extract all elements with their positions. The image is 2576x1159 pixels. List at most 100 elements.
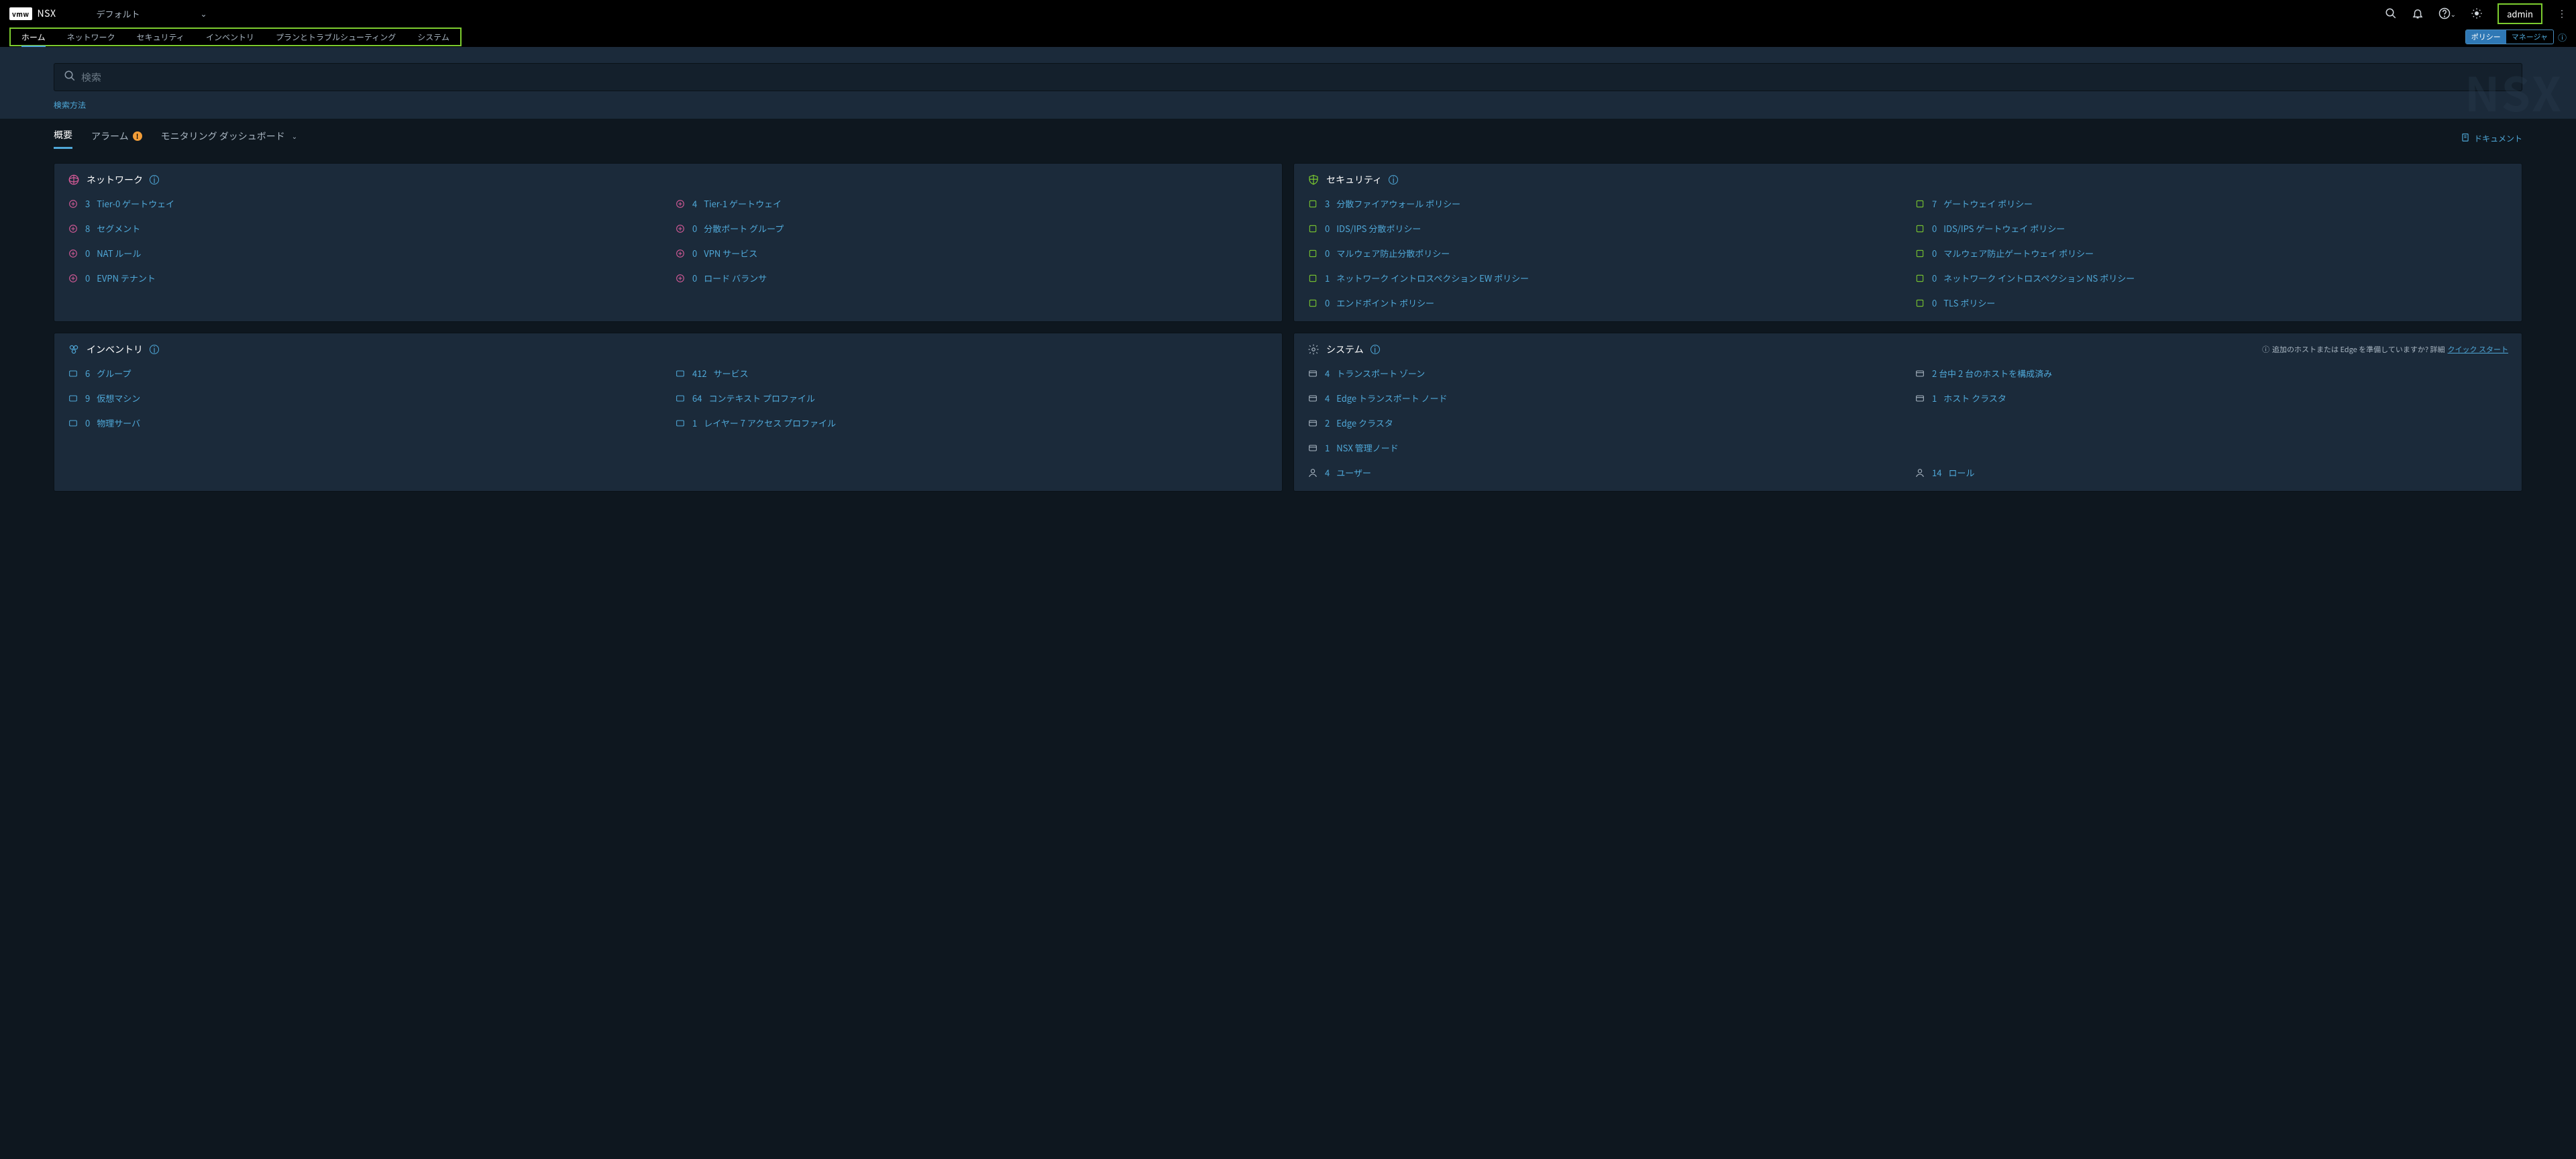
stat-icon — [1307, 368, 1318, 379]
document-icon — [2461, 133, 2470, 145]
info-icon[interactable]: i — [150, 345, 159, 354]
quick-start-link[interactable]: クイック スタート — [2448, 344, 2508, 355]
stat-label: ロール — [1948, 466, 1974, 479]
overview-grid: ネットワーク i 3Tier-0 ゲートウェイ 4Tier-1 ゲートウェイ 8セグ… — [0, 154, 2576, 518]
stat-icon — [1915, 368, 1925, 379]
info-icon[interactable]: ⓘ — [2558, 31, 2567, 44]
nav-home[interactable]: ホーム — [11, 27, 56, 46]
stat-link[interactable]: 7ゲートウェイ ポリシー — [1915, 197, 2508, 210]
stat-count: 0 — [1932, 272, 1937, 284]
stat-link[interactable]: 1レイヤー 7 アクセス プロファイル — [675, 417, 1269, 429]
stat-link[interactable]: 0EVPN テナント — [68, 272, 661, 284]
chevron-down-icon: ⌄ — [201, 8, 207, 19]
app-header: vmw NSX デフォルト ⌄ ⌄ admin ⋮ — [0, 0, 2576, 27]
tenant-name: デフォルト — [97, 7, 140, 20]
stat-link[interactable]: 9仮想マシン — [68, 392, 661, 404]
stat-icon — [675, 273, 686, 284]
stat-link[interactable]: 1NSX 管理ノード — [1307, 441, 1901, 454]
theme-icon[interactable] — [2471, 7, 2483, 19]
stat-link[interactable]: 1ネットワーク イントロスペクション EW ポリシー — [1307, 272, 1901, 284]
stat-link[interactable]: 4トランスポート ゾーン — [1307, 367, 1901, 380]
stat-link[interactable]: 0NAT ルール — [68, 247, 661, 260]
stat-link[interactable]: 0IDS/IPS ゲートウェイ ポリシー — [1915, 222, 2508, 235]
stat-link[interactable]: 4Edge トランスポート ノード — [1307, 392, 1901, 404]
stat-icon — [1307, 298, 1318, 309]
stat-count: 0 — [692, 272, 697, 284]
inventory-icon — [68, 343, 80, 355]
stat-link[interactable]: 0TLS ポリシー — [1915, 296, 2508, 309]
stat-link[interactable]: 0IDS/IPS 分散ポリシー — [1307, 222, 1901, 235]
tenant-selector[interactable]: デフォルト ⌄ — [97, 7, 207, 20]
stat-link[interactable]: 2 Edge クラスタ — [1307, 417, 1901, 429]
info-icon[interactable]: i — [1389, 175, 1398, 184]
stat-count: 0 — [1325, 247, 1330, 260]
nav-network[interactable]: ネットワーク — [56, 27, 126, 46]
stat-label: 分散ポート グループ — [704, 222, 784, 235]
stat-link[interactable]: 3Tier-0 ゲートウェイ — [68, 197, 661, 210]
mode-manager[interactable]: マネージャ — [2506, 30, 2553, 44]
stat-label: グループ — [97, 367, 131, 380]
stat-count: 4 — [1325, 392, 1330, 404]
stat-link[interactable]: 4ユーザー — [1307, 466, 1901, 479]
search-input[interactable] — [81, 70, 2512, 85]
stat-link[interactable]: 0マルウェア防止分散ポリシー — [1307, 247, 1901, 260]
nav-system[interactable]: システム — [407, 27, 460, 46]
global-search[interactable] — [54, 63, 2522, 91]
stat-icon — [1915, 393, 1925, 404]
stat-link[interactable]: 4Tier-1 ゲートウェイ — [675, 197, 1269, 210]
stat-link[interactable]: 14ロール — [1915, 466, 2508, 479]
stat-icon — [1915, 298, 1925, 309]
stat-link[interactable]: 2 台中 2 台のホストを構成済み — [1915, 367, 2508, 380]
stat-count: 1 — [1325, 272, 1330, 284]
subtab-alarms[interactable]: アラーム ! — [91, 129, 142, 148]
help-icon[interactable]: ⌄ — [2438, 7, 2456, 19]
stat-label: Edge クラスタ — [1336, 417, 1393, 429]
stat-count: 2 — [1325, 417, 1330, 429]
stat-link[interactable]: 0マルウェア防止ゲートウェイ ポリシー — [1915, 247, 2508, 260]
card-title: ネットワーク — [87, 173, 143, 186]
stat-link[interactable]: 0エンドポイント ポリシー — [1307, 296, 1901, 309]
stat-link[interactable]: 8セグメント — [68, 222, 661, 235]
user-badge[interactable]: admin — [2498, 3, 2542, 24]
product-logo: vmw NSX — [9, 7, 56, 20]
stat-icon — [675, 223, 686, 234]
stat-count: 4 — [1325, 466, 1330, 479]
stat-count: 64 — [692, 392, 702, 404]
bell-icon[interactable] — [2412, 7, 2424, 19]
stat-link[interactable]: 0物理サーバ — [68, 417, 661, 429]
main-nav: ホーム ネットワーク セキュリティ インベントリ プランとトラブルシューティング… — [0, 27, 2576, 47]
subtab-monitoring[interactable]: モニタリング ダッシュボード ⌄ — [161, 129, 298, 148]
nav-inventory[interactable]: インベントリ — [195, 27, 265, 46]
card-title: インベントリ — [87, 343, 143, 356]
stat-link[interactable]: 0 ネットワーク イントロスペクション NS ポリシー — [1915, 272, 2508, 284]
mode-policy[interactable]: ポリシー — [2466, 30, 2506, 44]
stat-link[interactable]: 412サービス — [675, 367, 1269, 380]
stat-count: 8 — [85, 222, 90, 235]
kebab-icon[interactable]: ⋮ — [2557, 7, 2567, 20]
stat-link[interactable]: 3分散ファイアウォール ポリシー — [1307, 197, 1901, 210]
stat-label: ロード バランサ — [704, 272, 767, 284]
nav-plan[interactable]: プランとトラブルシューティング — [265, 27, 407, 46]
stat-count: 4 — [692, 197, 697, 210]
stat-label: ネットワーク イントロスペクション NS ポリシー — [1943, 272, 2135, 284]
search-icon[interactable] — [2385, 7, 2397, 19]
info-icon[interactable]: i — [150, 175, 159, 184]
stat-link[interactable]: 0VPN サービス — [675, 247, 1269, 260]
stat-count: 0 — [85, 247, 90, 260]
stat-link[interactable]: 6グループ — [68, 367, 661, 380]
info-icon[interactable]: i — [1371, 345, 1380, 354]
stat-link[interactable]: 64コンテキスト プロファイル — [675, 392, 1269, 404]
stat-count: 0 — [692, 247, 697, 260]
stat-label: 仮想マシン — [97, 392, 140, 404]
stat-link[interactable]: 0 ロード バランサ — [675, 272, 1269, 284]
stat-link[interactable]: 0分散ポート グループ — [675, 222, 1269, 235]
documentation-link[interactable]: ドキュメント — [2461, 133, 2522, 145]
nav-security[interactable]: セキュリティ — [126, 27, 195, 46]
stat-link[interactable]: 1ホスト クラスタ — [1915, 392, 2508, 404]
subtab-overview[interactable]: 概要 — [54, 128, 72, 149]
stat-label: トランスポート ゾーン — [1336, 367, 1425, 380]
search-help-link[interactable]: 検索方法 — [54, 99, 86, 111]
stat-icon — [1307, 393, 1318, 404]
stat-count: 0 — [1932, 222, 1937, 235]
stat-icon — [675, 199, 686, 209]
